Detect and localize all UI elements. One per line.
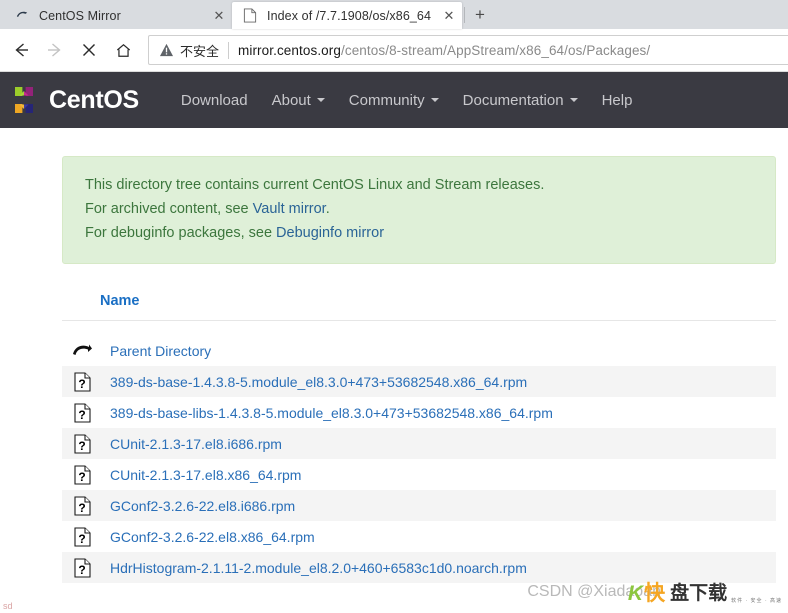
tab-index-of[interactable]: Index of /7.7.1908/os/x86_64 ✕ (232, 2, 462, 29)
content-container: This directory tree contains current Cen… (0, 156, 788, 583)
chevron-down-icon (316, 98, 325, 102)
site-header: CentOS Download About Community Document… (0, 72, 788, 128)
browser-window: CentOS Mirror ✕ Index of /7.7.1908/os/x8… (0, 0, 788, 613)
nav-label: Community (348, 91, 425, 109)
forward-button[interactable] (38, 34, 72, 66)
parent-directory-link[interactable]: Parent Directory (110, 343, 211, 359)
table-row[interactable]: ? CUnit-2.1.3-17.el8.x86_64.rpm (62, 459, 776, 490)
tab-divider (464, 6, 465, 23)
notice-line-2-prefix: For archived content, see (85, 201, 253, 217)
tab-centos-mirror[interactable]: CentOS Mirror ✕ (4, 2, 232, 29)
brand-link[interactable]: CentOS (8, 84, 139, 116)
home-icon (114, 41, 133, 60)
new-tab-button[interactable]: + (467, 2, 493, 28)
debuginfo-mirror-link[interactable]: Debuginfo mirror (276, 225, 384, 241)
brand-name: CentOS (49, 85, 139, 114)
nav-label: About (271, 91, 311, 109)
table-row[interactable]: ? 389-ds-base-1.4.3.8-5.module_el8.3.0+4… (62, 366, 776, 397)
file-link[interactable]: CUnit-2.1.3-17.el8.i686.rpm (110, 436, 282, 452)
unknown-file-icon: ? (72, 495, 92, 517)
back-button[interactable] (4, 34, 38, 66)
unknown-file-icon: ? (72, 433, 92, 455)
nav-item-documentation[interactable]: Documentation (451, 86, 590, 115)
notice-line-3: For debuginfo packages, see Debuginfo mi… (85, 221, 757, 245)
nav-item-community[interactable]: Community (337, 86, 451, 115)
url-host: mirror.centos.org (238, 42, 341, 58)
file-link[interactable]: HdrHistogram-2.1.11-2.module_el8.2.0+460… (110, 560, 527, 576)
omnibox-divider (228, 41, 230, 59)
svg-text:?: ? (78, 532, 85, 546)
file-link[interactable]: GConf2-3.2.6-22.el8.i686.rpm (110, 498, 295, 514)
file-link[interactable]: 389-ds-base-libs-1.4.3.8-5.module_el8.3.… (110, 405, 553, 421)
unknown-file-icon: ? (72, 557, 92, 579)
browser-toolbar: 不安全 mirror.centos.org/centos/8-stream/Ap… (0, 29, 788, 72)
not-secure-warning-icon[interactable] (159, 43, 174, 57)
table-row[interactable]: ? GConf2-3.2.6-22.el8.x86_64.rpm (62, 521, 776, 552)
unknown-file-icon: ? (72, 371, 92, 393)
page-content: CentOS Download About Community Document… (0, 72, 788, 613)
notice-line-2-suffix: . (325, 201, 330, 217)
stop-x-icon (80, 41, 98, 59)
url-text: mirror.centos.org/centos/8-stream/AppStr… (238, 43, 650, 58)
nav-label: Documentation (462, 91, 564, 109)
address-bar[interactable]: 不安全 mirror.centos.org/centos/8-stream/Ap… (148, 35, 788, 65)
nav-item-download[interactable]: Download (169, 86, 260, 115)
unknown-file-icon: ? (72, 464, 92, 486)
stop-button[interactable] (72, 34, 106, 66)
tab-title: Index of /7.7.1908/os/x86_64 (267, 8, 432, 23)
csdn-watermark: CSDN @Xiadaoan (527, 583, 661, 600)
centos-logo-icon (8, 84, 40, 116)
file-link[interactable]: 389-ds-base-1.4.3.8-5.module_el8.3.0+473… (110, 374, 527, 390)
table-row[interactable]: ? CUnit-2.1.3-17.el8.i686.rpm (62, 428, 776, 459)
nav-label: Help (601, 91, 633, 109)
nav-item-help[interactable]: Help (590, 86, 645, 115)
document-favicon-icon (242, 8, 258, 24)
svg-text:?: ? (78, 470, 85, 484)
file-link[interactable]: CUnit-2.1.3-17.el8.x86_64.rpm (110, 467, 301, 483)
back-arrow-icon (11, 40, 31, 60)
table-row[interactable]: ? HdrHistogram-2.1.11-2.module_el8.2.0+4… (62, 552, 776, 583)
listing-header: Name (62, 286, 776, 321)
swoosh-favicon-icon (14, 8, 30, 24)
logo-subtitle: 软件 · 安全 · 高速 (731, 598, 782, 604)
home-button[interactable] (106, 34, 140, 66)
directory-listing: Name Parent Directory ? 389-ds-base-1.4.… (62, 286, 776, 583)
kuaipan-download-logo: K 快 盘下载 软件 · 安全 · 高速 (628, 583, 782, 604)
unknown-file-icon: ? (72, 402, 92, 424)
vault-mirror-link[interactable]: Vault mirror (253, 201, 326, 217)
nav-label: Download (180, 91, 248, 109)
svg-text:?: ? (78, 439, 85, 453)
logo-pan-text: 盘下载 (670, 583, 728, 604)
logo-kuai-text: 快 (644, 582, 666, 605)
chevron-down-icon (569, 98, 578, 102)
notice-line-1: This directory tree contains current Cen… (85, 177, 545, 193)
list-item-parent-directory[interactable]: Parent Directory (62, 335, 776, 366)
svg-text:?: ? (78, 408, 85, 422)
corner-artifact-text: sd (3, 601, 13, 611)
column-header-name[interactable]: Name (100, 293, 140, 309)
unknown-file-icon: ? (72, 526, 92, 548)
svg-text:?: ? (78, 501, 85, 515)
svg-text:?: ? (78, 377, 85, 391)
directory-notice: This directory tree contains current Cen… (62, 156, 776, 264)
notice-line-3-prefix: For debuginfo packages, see (85, 225, 277, 241)
nav-item-about[interactable]: About (260, 86, 337, 115)
table-row[interactable]: ? 389-ds-base-libs-1.4.3.8-5.module_el8.… (62, 397, 776, 428)
forward-arrow-icon (45, 40, 65, 60)
tab-close-icon[interactable]: ✕ (440, 7, 458, 25)
tab-close-icon[interactable]: ✕ (210, 7, 228, 25)
tab-title: CentOS Mirror (39, 8, 121, 23)
table-row[interactable]: ? GConf2-3.2.6-22.el8.i686.rpm (62, 490, 776, 521)
back-arrow-icon (72, 340, 92, 362)
notice-line-2: For archived content, see Vault mirror. (85, 197, 757, 221)
tab-strip: CentOS Mirror ✕ Index of /7.7.1908/os/x8… (0, 0, 788, 29)
not-secure-label: 不安全 (180, 43, 220, 59)
svg-text:?: ? (78, 563, 85, 577)
file-link[interactable]: GConf2-3.2.6-22.el8.x86_64.rpm (110, 529, 315, 545)
site-nav: Download About Community Documentation H… (169, 86, 645, 115)
url-path: /centos/8-stream/AppStream/x86_64/os/Pac… (341, 42, 651, 58)
listing-rows: Parent Directory ? 389-ds-base-1.4.3.8-5… (62, 321, 776, 583)
chevron-down-icon (430, 98, 439, 102)
logo-k-mark: K (627, 582, 644, 605)
